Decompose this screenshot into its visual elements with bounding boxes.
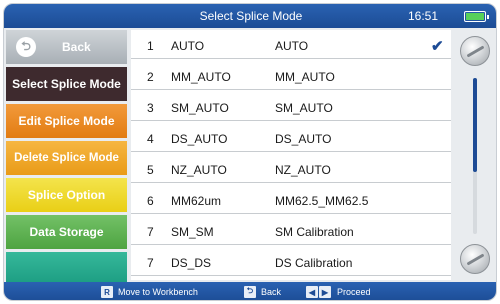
mode-description: AUTO xyxy=(275,39,309,53)
scroll-up-dial-icon[interactable] xyxy=(460,36,490,66)
mode-number: 7 xyxy=(147,225,154,239)
mode-name: DS_DS xyxy=(171,256,212,270)
sidebar-item-delete-splice-mode[interactable]: Delete Splice Mode xyxy=(6,141,127,175)
mode-name: DS_AUTO xyxy=(171,132,228,146)
sidebar: ⮌ Back Select Splice Mode Edit Splice Mo… xyxy=(4,28,129,282)
hint-back: ⮌ Back xyxy=(244,286,281,298)
title-bar: Select Splice Mode 16:51 xyxy=(4,4,496,28)
left-key-icon: ◀ xyxy=(306,286,318,298)
hint-proceed: ◀ ▶ Proceed xyxy=(306,286,371,298)
r-key-icon: R xyxy=(101,286,113,298)
list-item[interactable]: 1 AUTO AUTO ✔ xyxy=(131,30,451,59)
scroll-down-dial-icon[interactable] xyxy=(460,244,490,274)
mode-description: SM Calibration xyxy=(275,225,354,239)
mode-name: MM62um xyxy=(171,194,222,208)
back-button-label: Back xyxy=(62,40,91,54)
sidebar-item-splice-option[interactable]: Splice Option xyxy=(6,178,127,212)
mode-name: MM_AUTO xyxy=(171,70,231,84)
mode-name: SM_AUTO xyxy=(171,101,229,115)
mode-number: 6 xyxy=(147,194,154,208)
sidebar-item-edit-splice-mode[interactable]: Edit Splice Mode xyxy=(6,104,127,138)
back-arrow-icon: ⮌ xyxy=(16,37,36,57)
splice-mode-list: 1 AUTO AUTO ✔ 2 MM_AUTO MM_AUTO 3 SM_AUT… xyxy=(131,30,451,280)
scrollbar-thumb[interactable] xyxy=(473,78,477,172)
list-item[interactable]: 3 SM_AUTO SM_AUTO xyxy=(131,92,451,121)
list-item[interactable]: 7 SM_SM SM Calibration xyxy=(131,216,451,245)
mode-description: SM_AUTO xyxy=(275,101,333,115)
list-item[interactable]: 5 NZ_AUTO NZ_AUTO xyxy=(131,154,451,183)
scrollbar[interactable] xyxy=(473,78,477,234)
list-item[interactable]: 4 DS_AUTO DS_AUTO xyxy=(131,123,451,152)
mode-number: 7 xyxy=(147,256,154,270)
sidebar-item-empty xyxy=(6,252,127,282)
footer-hint-bar: R Move to Workbench ⮌ Back ◀ ▶ Proceed xyxy=(4,282,496,300)
list-item[interactable]: 2 MM_AUTO MM_AUTO xyxy=(131,61,451,90)
mode-description: NZ_AUTO xyxy=(275,163,331,177)
clock: 16:51 xyxy=(408,9,439,23)
mode-number: 3 xyxy=(147,101,154,115)
sidebar-item-select-splice-mode[interactable]: Select Splice Mode xyxy=(6,67,127,101)
return-key-icon: ⮌ xyxy=(244,286,256,298)
list-item[interactable]: 6 MM62um MM62.5_MM62.5 xyxy=(131,185,451,214)
mode-number: 4 xyxy=(147,132,154,146)
device-screen: Select Splice Mode 16:51 ⮌ Back Select S… xyxy=(3,3,497,301)
mode-number: 5 xyxy=(147,163,154,177)
list-item[interactable]: 7 DS_DS DS Calibration xyxy=(131,247,451,276)
hint-move-to-workbench: R Move to Workbench xyxy=(101,286,198,298)
battery-icon xyxy=(464,11,489,22)
mode-name: NZ_AUTO xyxy=(171,163,227,177)
checkmark-icon: ✔ xyxy=(431,38,444,55)
mode-number: 2 xyxy=(147,70,154,84)
hint-label: Proceed xyxy=(337,287,371,297)
back-button[interactable]: ⮌ Back xyxy=(6,30,127,64)
mode-description: DS_AUTO xyxy=(275,132,332,146)
mode-description: MM_AUTO xyxy=(275,70,335,84)
sidebar-item-data-storage[interactable]: Data Storage xyxy=(6,215,127,249)
hint-label: Back xyxy=(261,287,282,297)
hint-label: Move to Workbench xyxy=(118,287,198,297)
right-key-icon: ▶ xyxy=(319,286,331,298)
scroll-controls xyxy=(452,30,496,280)
mode-description: MM62.5_MM62.5 xyxy=(275,194,369,208)
mode-name: AUTO xyxy=(171,39,205,53)
mode-number: 1 xyxy=(147,39,154,53)
mode-name: SM_SM xyxy=(171,225,214,239)
mode-description: DS Calibration xyxy=(275,256,353,270)
